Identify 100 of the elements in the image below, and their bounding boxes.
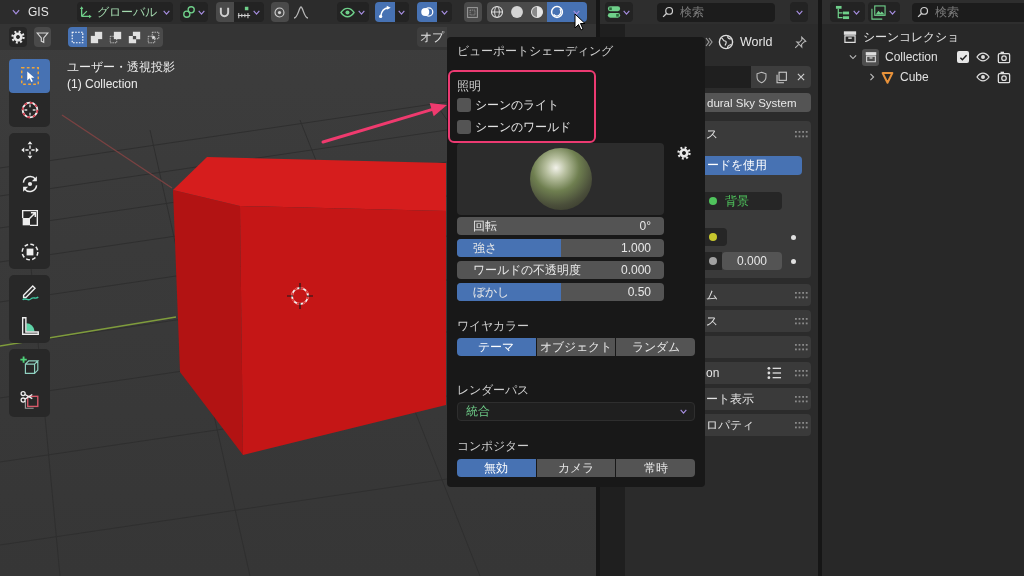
- segment-button[interactable]: カメラ: [536, 459, 616, 477]
- snap-target-dropdown[interactable]: [233, 2, 264, 22]
- intersect-squares-icon: [147, 30, 160, 44]
- checkbox[interactable]: [457, 120, 471, 134]
- select-box-tool[interactable]: [9, 59, 50, 93]
- number-field[interactable]: 回転 0°: [457, 217, 664, 235]
- snap-toggle[interactable]: [215, 2, 234, 22]
- filter-button[interactable]: [34, 27, 51, 47]
- panel-title: on: [705, 366, 720, 380]
- panel-title[interactable]: ス: [705, 125, 718, 143]
- drag-handle-icon[interactable]: [795, 317, 808, 325]
- copy-icon: [774, 70, 788, 84]
- outliner-item-label[interactable]: シーンコレクショ: [863, 28, 959, 46]
- settings-icon-button[interactable]: [677, 146, 691, 160]
- camera-icon[interactable]: [997, 70, 1011, 84]
- list-icon[interactable]: [767, 366, 782, 380]
- outliner-item-label[interactable]: Collection: [885, 50, 938, 64]
- section-label: ワイヤカラー: [457, 318, 529, 334]
- caret-icon[interactable]: [11, 7, 21, 17]
- chevron-right-icon[interactable]: [867, 72, 877, 82]
- pivot-dropdown[interactable]: [179, 2, 208, 22]
- drag-handle-icon[interactable]: [795, 421, 808, 429]
- value-field[interactable]: 0.000: [722, 252, 782, 270]
- panel-header[interactable]: ロパティ: [705, 414, 811, 436]
- proportional-editing-toggle[interactable]: [270, 2, 289, 22]
- section-label: 照明: [457, 78, 481, 94]
- extend-selection-button[interactable]: [87, 27, 106, 47]
- name-field[interactable]: [705, 66, 751, 88]
- eye-icon[interactable]: [976, 51, 990, 63]
- display-mode-dropdown[interactable]: [830, 2, 865, 22]
- segment-button[interactable]: テーマ: [457, 338, 536, 356]
- search-field[interactable]: 検索: [657, 2, 775, 22]
- xray-toggle[interactable]: [463, 2, 482, 22]
- checkbox[interactable]: [457, 98, 471, 112]
- value-slider[interactable]: 強さ 1.000: [457, 239, 664, 257]
- subtract-selection-button[interactable]: [106, 27, 125, 47]
- options-button[interactable]: オプ: [417, 27, 447, 47]
- search-field[interactable]: 検索: [912, 2, 1024, 22]
- panel-header[interactable]: ム: [705, 284, 811, 306]
- segment-button[interactable]: 無効: [457, 459, 536, 477]
- new-selection-button[interactable]: [68, 27, 87, 47]
- hdri-preview[interactable]: [457, 143, 664, 215]
- checkbox-label[interactable]: シーンのライト: [475, 96, 559, 114]
- color-field[interactable]: [705, 228, 727, 246]
- settings-button[interactable]: [9, 27, 27, 47]
- render-pass-dropdown[interactable]: 統合: [457, 402, 695, 421]
- dot-icon[interactable]: [791, 234, 796, 240]
- camera-icon[interactable]: [997, 50, 1011, 64]
- segment-button[interactable]: 常時: [616, 459, 695, 477]
- segment-button[interactable]: オブジェクト: [536, 338, 616, 356]
- checkbox-label[interactable]: シーンのワールド: [475, 118, 571, 136]
- bell-curve-icon[interactable]: [292, 5, 309, 19]
- material-shading-button[interactable]: [526, 2, 547, 22]
- tree-view-icon: [834, 4, 850, 20]
- eye-icon: [339, 5, 355, 19]
- wireframe-shading-button[interactable]: [486, 2, 507, 22]
- drag-handle-icon[interactable]: [795, 291, 808, 299]
- section-label: レンダーパス: [457, 382, 529, 398]
- rendered-shading-button[interactable]: [546, 2, 567, 22]
- drag-handle-icon[interactable]: [795, 369, 808, 377]
- panel-header[interactable]: ート表示: [705, 388, 811, 410]
- drag-handle-icon[interactable]: [795, 130, 808, 138]
- breadcrumb-label[interactable]: World: [740, 35, 773, 49]
- orientation-dropdown[interactable]: グローバル: [76, 2, 173, 22]
- outliner-item-label[interactable]: Cube: [900, 70, 929, 84]
- drag-handle-icon[interactable]: [795, 395, 808, 403]
- dropdown-button[interactable]: [790, 2, 808, 22]
- checkbox[interactable]: [957, 51, 969, 63]
- popover-title: ビューポートシェーディング: [457, 43, 613, 59]
- panel-header[interactable]: ス: [705, 310, 811, 332]
- use-nodes-button[interactable]: ードを使用: [705, 156, 802, 175]
- close-button[interactable]: [791, 66, 811, 88]
- node-tree-button[interactable]: dural Sky System: [705, 93, 811, 112]
- invert-selection-button[interactable]: [125, 27, 144, 47]
- dot-icon[interactable]: [791, 258, 796, 264]
- pin-icon[interactable]: [794, 35, 807, 49]
- slider-label: 強さ: [473, 239, 497, 257]
- slider-label: ぼかし: [473, 283, 509, 301]
- panel-header[interactable]: on: [705, 362, 811, 384]
- visibility-dropdown[interactable]: [336, 2, 369, 22]
- chevron-down-icon[interactable]: [848, 52, 858, 62]
- merged-squares-icon: [90, 30, 103, 44]
- shader-field[interactable]: 背景: [705, 192, 782, 210]
- eye-icon[interactable]: [976, 71, 990, 83]
- filter-dropdown[interactable]: [868, 2, 900, 22]
- header-menu[interactable]: GIS: [28, 5, 49, 19]
- editor-type-dropdown[interactable]: [605, 2, 633, 22]
- ring-sphere-icon: [549, 5, 564, 19]
- toggle-switches-icon: [607, 5, 621, 19]
- shield-button[interactable]: [751, 66, 771, 88]
- axes-icon: [78, 5, 93, 19]
- gizmo-toggle[interactable]: [374, 2, 395, 22]
- number-field[interactable]: ワールドの不透明度 0.000: [457, 261, 664, 279]
- drag-handle-icon[interactable]: [795, 343, 808, 351]
- value-slider[interactable]: ぼかし 0.50: [457, 283, 664, 301]
- intersect-selection-button[interactable]: [144, 27, 163, 47]
- overlay-toggle[interactable]: [416, 2, 437, 22]
- segment-button[interactable]: ランダム: [616, 338, 695, 356]
- field-label: ワールドの不透明度: [473, 261, 581, 279]
- box-icon: [862, 48, 879, 66]
